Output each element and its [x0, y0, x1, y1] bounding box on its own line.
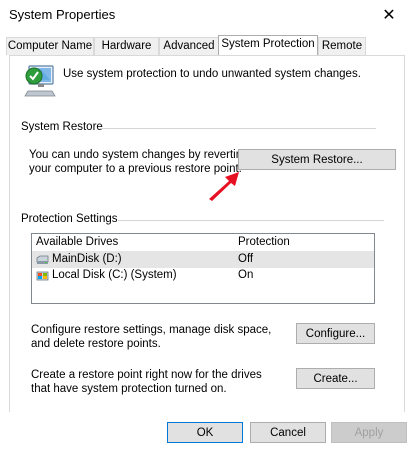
- create-description: Create a restore point right now for the…: [31, 368, 262, 396]
- dialog-button-bar: OK Cancel Apply: [0, 412, 412, 450]
- disk-drive-icon: [36, 255, 49, 264]
- column-protection[interactable]: Protection: [238, 236, 290, 248]
- ok-button[interactable]: OK: [167, 422, 243, 443]
- system-restore-description-line1: You can undo system changes by reverting: [29, 149, 249, 161]
- intro-text: Use system protection to undo unwanted s…: [63, 68, 361, 80]
- system-drive-icon: [36, 271, 49, 281]
- configure-description: Configure restore settings, manage disk …: [31, 323, 271, 351]
- cancel-button[interactable]: Cancel: [250, 422, 326, 443]
- drives-list-header: Available Drives Protection: [32, 234, 374, 252]
- annotation-arrow-icon: [209, 172, 239, 201]
- configure-button[interactable]: Configure...: [296, 323, 375, 344]
- system-restore-button[interactable]: System Restore...: [238, 149, 396, 170]
- protection-settings-group-label: Protection Settings: [21, 213, 118, 225]
- system-protection-icon: [24, 65, 56, 97]
- table-row[interactable]: Local Disk (C:) (System) On: [32, 268, 374, 284]
- window-title: System Properties: [9, 7, 116, 22]
- configure-description-line2: and delete restore points.: [31, 338, 161, 350]
- tab-advanced[interactable]: Advanced: [159, 37, 219, 55]
- tab-remote[interactable]: Remote: [318, 37, 366, 55]
- create-button[interactable]: Create...: [296, 368, 375, 389]
- tab-hardware[interactable]: Hardware: [94, 37, 159, 55]
- table-row[interactable]: MainDisk (D:) Off: [32, 252, 374, 268]
- drives-list[interactable]: Available Drives Protection MainDisk (D:…: [31, 233, 375, 304]
- protection-settings-divider: [118, 220, 384, 221]
- column-available-drives[interactable]: Available Drives: [36, 236, 118, 248]
- system-restore-group-label: System Restore: [21, 121, 103, 133]
- drive-protection: Off: [238, 253, 254, 265]
- drive-protection: On: [238, 269, 254, 281]
- close-icon[interactable]: ✕: [366, 0, 412, 30]
- system-restore-divider: [100, 128, 376, 129]
- drive-name: MainDisk (D:): [52, 253, 122, 265]
- create-description-line2: that have system protection turned on.: [31, 383, 227, 395]
- tab-system-protection[interactable]: System Protection: [218, 35, 318, 55]
- configure-description-line1: Configure restore settings, manage disk …: [31, 324, 272, 336]
- create-description-line1: Create a restore point right now for the…: [31, 369, 262, 381]
- title-bar: System Properties ✕: [0, 0, 412, 30]
- tab-computer-name[interactable]: Computer Name: [6, 37, 94, 55]
- apply-button[interactable]: Apply: [331, 422, 407, 443]
- drive-name: Local Disk (C:) (System): [52, 269, 177, 281]
